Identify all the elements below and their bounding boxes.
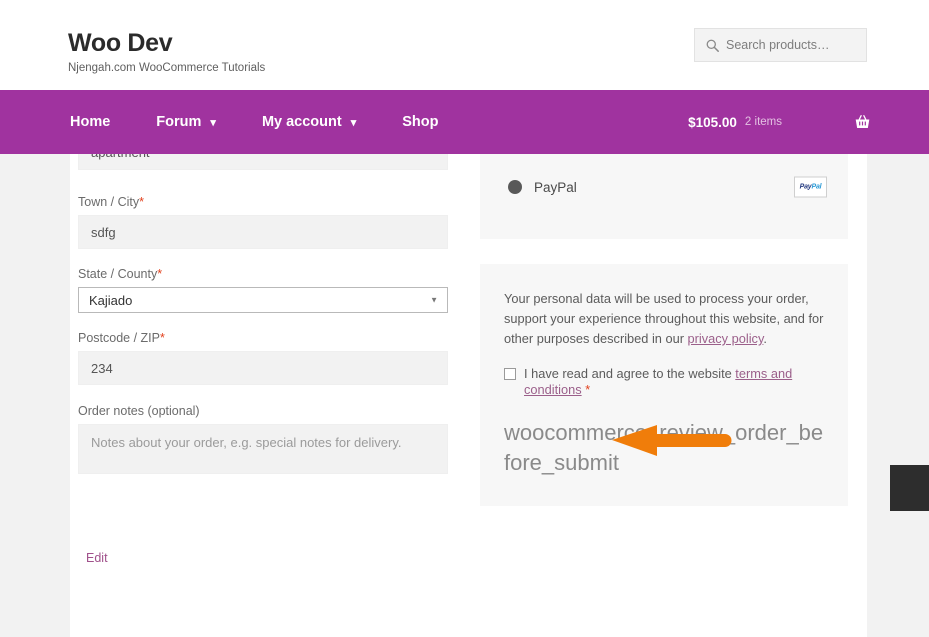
nav-label: Shop [402,114,439,130]
basket-icon[interactable] [854,114,871,130]
terms-text-before: I have read and agree to the website [524,366,736,381]
terms-panel: Your personal data will be used to proce… [480,264,848,506]
nav-label: Home [70,114,111,130]
field-label-postcode-zip: Postcode / ZIP* [78,331,456,345]
required-marker: * [139,195,145,209]
site-branding: Woo Dev Njengah.com WooCommerce Tutorial… [68,28,265,76]
edit-link[interactable]: Edit [86,551,108,565]
postcode-zip-input[interactable] [78,351,448,385]
search-icon [706,39,719,52]
field-label-state-county: State / County* [78,267,456,281]
cart-summary[interactable]: $105.00 2 items [688,90,871,154]
required-marker: * [159,331,165,345]
required-marker: * [157,267,163,281]
terms-checkbox[interactable] [504,368,516,380]
terms-text: I have read and agree to the website ter… [524,366,824,398]
nav-label: My account [261,114,342,130]
address-line-2-field-partial[interactable]: apartment [78,154,448,170]
field-order-notes: Order notes (optional) [78,404,456,479]
field-label-order-notes: Order notes (optional) [78,404,200,418]
field-state-county: State / County* ▼ [78,267,456,313]
hook-name-text: woocommerce_review_order_before_submit [504,420,824,475]
town-city-input[interactable] [78,215,448,249]
nav-item-shop[interactable]: Shop [402,114,438,130]
site-title: Woo Dev [68,29,173,57]
label-text: State / County [78,267,158,281]
billing-form: apartment Town / City* State / County* ▼ [78,154,456,565]
nav-item-home[interactable]: Home [70,114,110,130]
privacy-policy-link[interactable]: privacy policy [688,331,764,346]
nav-item-my-account[interactable]: My account ▾ [262,114,356,130]
chevron-down-icon: ▾ [210,116,216,129]
checkout-content: apartment Town / City* State / County* ▼ [70,154,929,637]
order-notes-textarea[interactable] [78,424,448,474]
place-order-button[interactable]: Place order [890,465,929,511]
label-text: Postcode / ZIP [78,331,160,345]
nav-item-forum[interactable]: Forum ▾ [156,114,216,130]
state-county-select-wrap: ▼ [78,287,448,313]
site-header: Woo Dev Njengah.com WooCommerce Tutorial… [0,0,929,90]
field-label-town-city: Town / City* [78,195,456,209]
state-county-select[interactable] [78,287,448,313]
payment-method-paypal[interactable]: PayPal PayPal [480,161,848,213]
privacy-text-after: . [763,331,767,346]
product-search[interactable] [694,28,867,62]
address-line-2-value: apartment [91,154,150,160]
required-marker: * [585,383,591,397]
cart-total: $105.00 [688,114,737,130]
terms-agreement-row: I have read and agree to the website ter… [504,366,824,398]
nav-links: Home Forum ▾ My account ▾ Shop [70,90,438,154]
checkout-page: Woo Dev Njengah.com WooCommerce Tutorial… [0,0,929,637]
privacy-text-before: Your personal data will be used to proce… [504,291,824,346]
privacy-policy-text: Your personal data will be used to proce… [504,289,824,349]
order-review: Cash on delivery PayPal PayPal Your pers… [480,154,929,511]
field-postcode-zip: Postcode / ZIP* [78,331,456,385]
chevron-down-icon: ▾ [350,116,357,129]
radio-icon[interactable] [508,180,522,194]
paypal-logo-icon: PayPal [794,176,827,198]
payment-methods-panel: Cash on delivery PayPal PayPal [480,154,848,239]
label-text: Town / City [78,195,140,209]
field-town-city: Town / City* [78,195,456,249]
nav-label: Forum [156,114,202,130]
payment-method-label: PayPal [534,179,577,195]
search-input[interactable] [726,38,856,52]
primary-navigation: Home Forum ▾ My account ▾ Shop $105.00 2… [0,90,929,154]
cart-item-count: 2 items [744,116,782,128]
site-tagline: Njengah.com WooCommerce Tutorials [68,62,266,74]
payment-method-cod[interactable]: Cash on delivery [480,154,848,161]
